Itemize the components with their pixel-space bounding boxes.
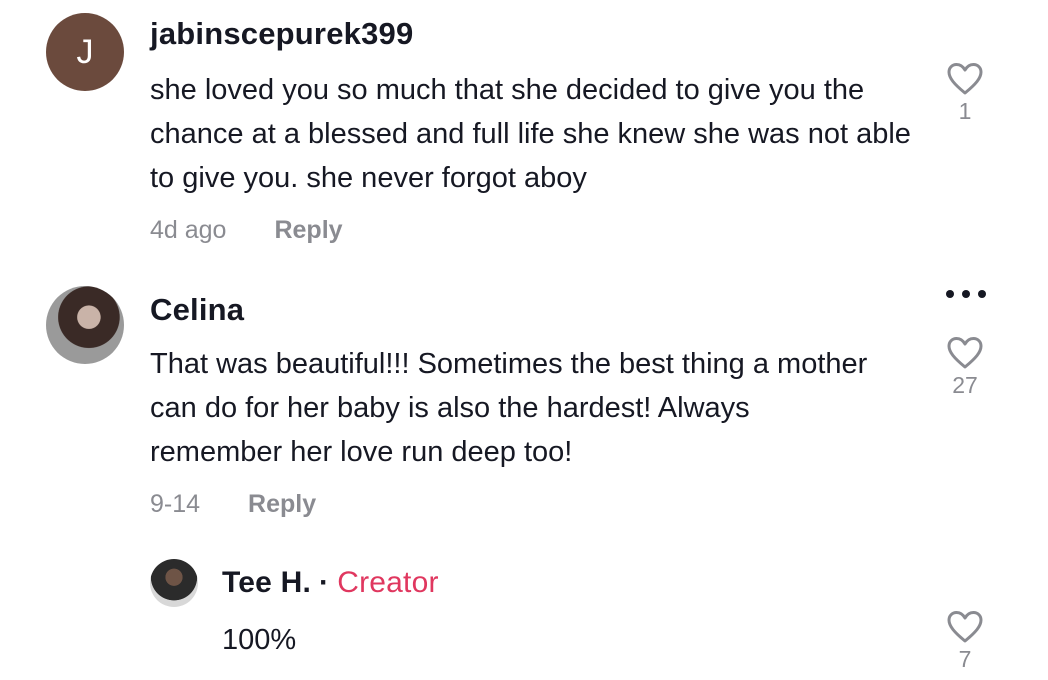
reply-button[interactable]: Reply bbox=[274, 216, 342, 244]
avatar-letter: J bbox=[76, 32, 94, 71]
comment-text: That was beautiful!!! Sometimes the best… bbox=[150, 348, 868, 468]
comment-username[interactable]: Celina bbox=[150, 292, 244, 328]
heart-icon bbox=[947, 63, 983, 95]
reply-text: 100% bbox=[222, 624, 297, 656]
avatar[interactable]: J bbox=[46, 13, 124, 91]
heart-icon bbox=[947, 337, 983, 369]
like-button[interactable]: 27 bbox=[935, 336, 995, 399]
like-count: 7 bbox=[958, 646, 972, 672]
avatar[interactable] bbox=[150, 559, 198, 607]
reply-button[interactable]: Reply bbox=[248, 490, 316, 518]
reply-username-line: Tee H. · Creator bbox=[222, 566, 439, 600]
reply-username[interactable]: Tee H. bbox=[222, 566, 311, 599]
separator: · bbox=[319, 566, 330, 599]
like-button[interactable]: 7 bbox=[935, 610, 995, 673]
like-count: 1 bbox=[958, 98, 972, 124]
comment-time: 4d ago bbox=[150, 216, 227, 244]
creator-badge: Creator bbox=[337, 566, 439, 599]
heart-icon bbox=[947, 611, 983, 643]
comment-username[interactable]: jabinscepurek399 bbox=[150, 16, 413, 52]
more-options-icon[interactable] bbox=[946, 288, 986, 300]
comment-meta: 4d ago Reply bbox=[150, 216, 343, 245]
like-button[interactable]: 1 bbox=[935, 62, 995, 125]
comment-text: she loved you so much that she decided t… bbox=[150, 74, 911, 194]
comment-time: 9-14 bbox=[150, 490, 201, 518]
comment-meta: 9-14 Reply bbox=[150, 490, 316, 519]
avatar[interactable] bbox=[46, 286, 124, 364]
like-count: 27 bbox=[952, 372, 978, 398]
